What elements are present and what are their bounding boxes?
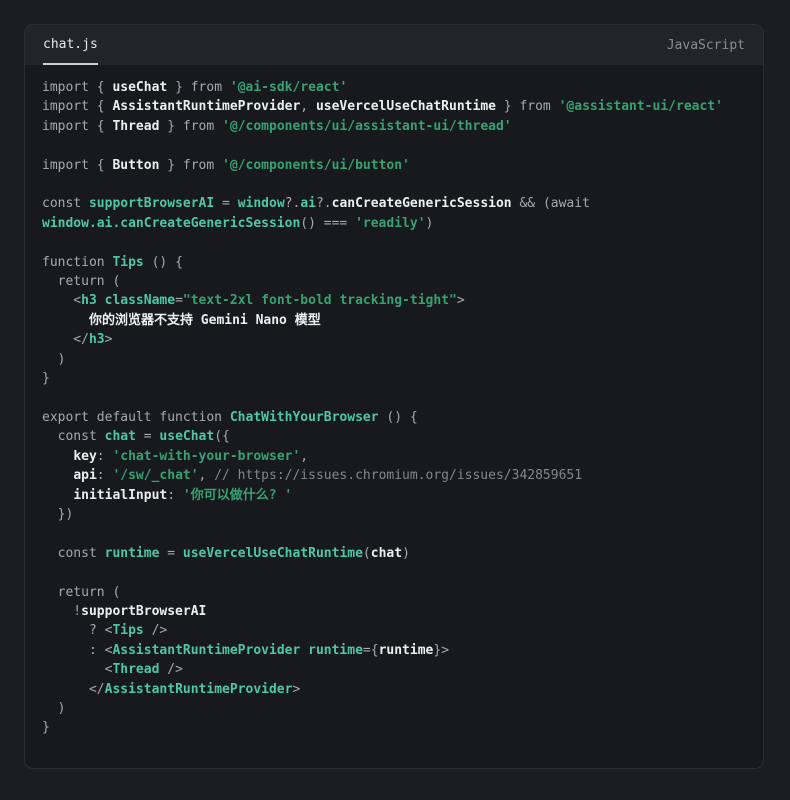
code-card-header: chat.js JavaScript <box>25 25 763 65</box>
code-line: return ( <box>42 583 746 602</box>
code-line <box>42 175 746 194</box>
language-badge: JavaScript <box>667 25 745 65</box>
code-line: const runtime = useVercelUseChatRuntime(… <box>42 544 746 563</box>
tab-chat-js[interactable]: chat.js <box>43 25 98 65</box>
code-line: } <box>42 369 746 388</box>
code-line: </h3> <box>42 330 746 349</box>
code-line: </AssistantRuntimeProvider> <box>42 680 746 699</box>
code-line: export default function ChatWithYourBrow… <box>42 408 746 427</box>
code-line <box>42 389 746 408</box>
code-line: <Thread /> <box>42 660 746 679</box>
code-line: !supportBrowserAI <box>42 602 746 621</box>
code-line: import { AssistantRuntimeProvider, useVe… <box>42 97 746 116</box>
code-line: <h3 className="text-2xl font-bold tracki… <box>42 291 746 310</box>
code-line <box>42 136 746 155</box>
code-card: chat.js JavaScript import { useChat } fr… <box>24 24 764 769</box>
filename-label: chat.js <box>43 37 98 52</box>
code-line: import { Button } from '@/components/ui/… <box>42 156 746 175</box>
code-line: 你的浏览器不支持 Gemini Nano 模型 <box>42 311 746 330</box>
code-line: key: 'chat-with-your-browser', <box>42 447 746 466</box>
code-line <box>42 563 746 582</box>
code-line: : <AssistantRuntimeProvider runtime={run… <box>42 641 746 660</box>
code-line: import { useChat } from '@ai-sdk/react' <box>42 78 746 97</box>
code-line: return ( <box>42 272 746 291</box>
code-line: function Tips () { <box>42 253 746 272</box>
code-lines: import { useChat } from '@ai-sdk/react'i… <box>25 65 763 768</box>
code-line <box>42 233 746 252</box>
code-line: const supportBrowserAI = window?.ai?.can… <box>42 194 746 213</box>
code-line: import { Thread } from '@/components/ui/… <box>42 117 746 136</box>
code-line: }) <box>42 505 746 524</box>
code-line: window.ai.canCreateGenericSession() === … <box>42 214 746 233</box>
code-line <box>42 524 746 543</box>
code-line: api: '/sw/_chat', // https://issues.chro… <box>42 466 746 485</box>
code-line: const chat = useChat({ <box>42 427 746 446</box>
code-line: } <box>42 718 746 737</box>
code-line: ) <box>42 350 746 369</box>
code-line: ) <box>42 699 746 718</box>
code-line: initialInput: '你可以做什么? ' <box>42 486 746 505</box>
code-line: ? <Tips /> <box>42 621 746 640</box>
